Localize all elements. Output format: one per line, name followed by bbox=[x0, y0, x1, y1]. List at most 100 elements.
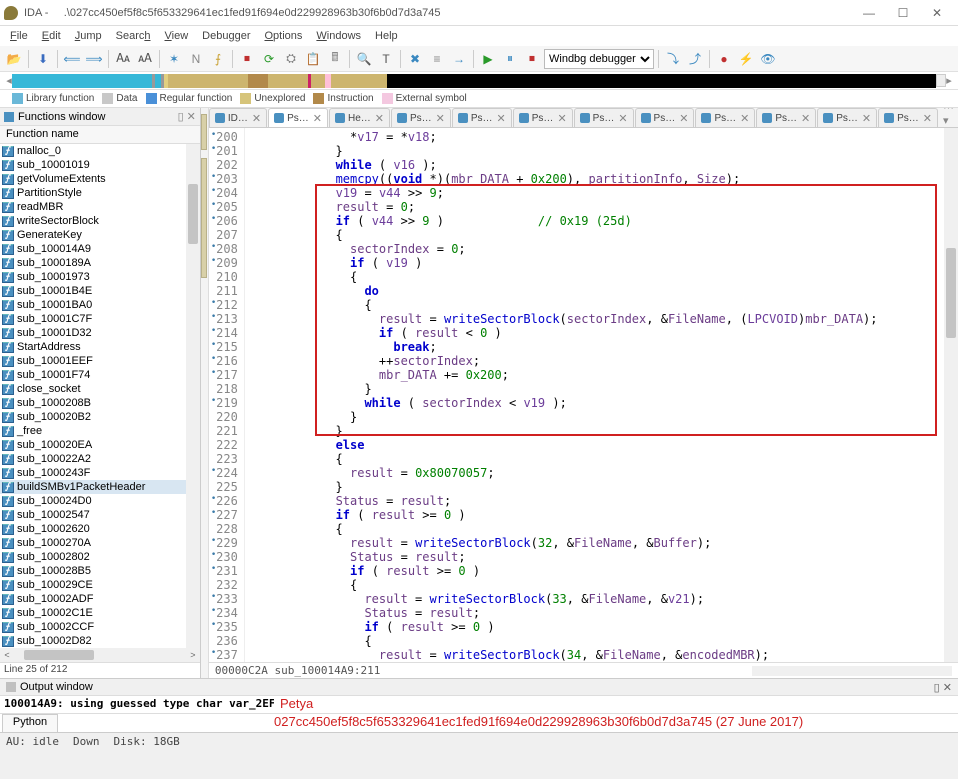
hex-icon[interactable]: ✖ bbox=[405, 49, 425, 69]
search-text-icon[interactable]: 🗛 bbox=[113, 49, 133, 69]
function-row[interactable]: _free bbox=[0, 424, 200, 438]
function-row[interactable]: sub_10002802 bbox=[0, 550, 200, 564]
function-row[interactable]: sub_10002CCF bbox=[0, 620, 200, 634]
tab-close-icon[interactable]: ✕ bbox=[618, 112, 627, 125]
function-row[interactable]: sub_1000270A bbox=[0, 536, 200, 550]
function-row[interactable]: sub_10002D82 bbox=[0, 634, 200, 648]
function-row[interactable]: sub_100029CE bbox=[0, 578, 200, 592]
save-icon[interactable]: ⬇ bbox=[33, 49, 53, 69]
tab-close-icon[interactable]: ✕ bbox=[862, 112, 871, 125]
function-row[interactable]: sub_10001B4E bbox=[0, 284, 200, 298]
asm-icon[interactable]: ≡ bbox=[427, 49, 447, 69]
search-bin-icon[interactable]: 🗚 bbox=[135, 49, 155, 69]
stop2-icon[interactable]: ⏹ bbox=[522, 49, 542, 69]
function-row[interactable]: sub_100020B2 bbox=[0, 410, 200, 424]
function-row[interactable]: sub_10001BA0 bbox=[0, 298, 200, 312]
function-row[interactable]: GenerateKey bbox=[0, 228, 200, 242]
function-row[interactable]: malloc_0 bbox=[0, 144, 200, 158]
tab-close-icon[interactable]: ✕ bbox=[923, 112, 932, 125]
gear-icon[interactable]: ⛭ bbox=[281, 49, 301, 69]
menu-windows[interactable]: Windows bbox=[310, 29, 367, 43]
editor-tab[interactable]: Ps…✕ bbox=[391, 108, 451, 127]
function-row[interactable]: sub_10001019 bbox=[0, 158, 200, 172]
stepover-icon[interactable]: ⤵ bbox=[663, 49, 683, 69]
navigation-band[interactable]: ◂ ▸ bbox=[0, 72, 958, 90]
functions-col-header[interactable]: Function name bbox=[0, 126, 200, 144]
menu-file[interactable]: File bbox=[4, 29, 34, 43]
funcs-icon[interactable]: ⨍ bbox=[208, 49, 228, 69]
function-row[interactable]: sub_10002C1E bbox=[0, 606, 200, 620]
tab-close-icon[interactable]: ✕ bbox=[252, 112, 261, 125]
xrefs-icon[interactable]: ✶ bbox=[164, 49, 184, 69]
output-close-icon[interactable]: ▯ ✕ bbox=[934, 681, 952, 694]
function-row[interactable]: PartitionStyle bbox=[0, 186, 200, 200]
function-row[interactable]: sub_10001C7F bbox=[0, 312, 200, 326]
code-view[interactable]: *v17 = *v18; } while ( v16 ); memcpy((vo… bbox=[245, 128, 944, 662]
editor-tab[interactable]: Ps…✕ bbox=[574, 108, 634, 127]
python-tab[interactable]: Python bbox=[2, 714, 58, 732]
calc-icon[interactable]: 🖩 bbox=[325, 49, 345, 69]
editor-tab[interactable]: Ps…✕ bbox=[756, 108, 816, 127]
output-header[interactable]: Output window ▯ ✕ bbox=[0, 678, 958, 696]
function-row[interactable]: StartAddress bbox=[0, 340, 200, 354]
stop-icon[interactable]: ⏹ bbox=[237, 49, 257, 69]
tab-close-icon[interactable]: ✕ bbox=[313, 112, 322, 125]
editor-tab[interactable]: ID…✕ bbox=[209, 108, 267, 127]
stepout-icon[interactable]: ⤴ bbox=[685, 49, 705, 69]
menu-options[interactable]: Options bbox=[258, 29, 308, 43]
function-row[interactable]: buildSMBv1PacketHeader bbox=[0, 480, 200, 494]
tab-close-icon[interactable]: ✕ bbox=[679, 112, 688, 125]
menu-search[interactable]: Search bbox=[110, 29, 157, 43]
function-row[interactable]: sub_10002ADF bbox=[0, 592, 200, 606]
output-text[interactable]: 100014A9: using guessed type char var_2E… bbox=[0, 696, 274, 713]
function-row[interactable]: sub_10001973 bbox=[0, 270, 200, 284]
open-icon[interactable]: 📂 bbox=[4, 49, 24, 69]
zoom-icon[interactable]: 🔍 bbox=[354, 49, 374, 69]
function-row[interactable]: sub_100014A9 bbox=[0, 242, 200, 256]
editor-tab[interactable]: Ps…✕ bbox=[878, 108, 938, 127]
tab-close-icon[interactable]: ✕ bbox=[497, 112, 506, 125]
names-icon[interactable]: N bbox=[186, 49, 206, 69]
function-row[interactable]: getVolumeExtents bbox=[0, 172, 200, 186]
code-vscroll[interactable] bbox=[944, 128, 958, 662]
function-row[interactable]: sub_100022A2 bbox=[0, 452, 200, 466]
tab-close-icon[interactable]: ✕ bbox=[801, 112, 810, 125]
panel-menu-icon[interactable]: ▯ ✕ bbox=[178, 110, 196, 123]
trace-icon[interactable]: ⚡ bbox=[736, 49, 756, 69]
editor-tab[interactable]: Ps…✕ bbox=[695, 108, 755, 127]
tab-close-icon[interactable]: ✕ bbox=[740, 112, 749, 125]
panel-gutter[interactable] bbox=[201, 108, 209, 678]
watch-icon[interactable]: 👁 bbox=[758, 49, 778, 69]
close-button[interactable]: ✕ bbox=[920, 2, 954, 24]
editor-tab[interactable]: Ps…✕ bbox=[635, 108, 695, 127]
fwd-icon[interactable]: ⟹ bbox=[84, 49, 104, 69]
code-hscroll[interactable] bbox=[752, 666, 952, 676]
function-row[interactable]: readMBR bbox=[0, 200, 200, 214]
maximize-button[interactable]: ☐ bbox=[886, 2, 920, 24]
menu-edit[interactable]: Edit bbox=[36, 29, 67, 43]
functions-panel-header[interactable]: Functions window ▯ ✕ bbox=[0, 108, 200, 126]
tab-close-icon[interactable]: ✕ bbox=[557, 112, 566, 125]
editor-tab[interactable]: Ps…✕ bbox=[817, 108, 877, 127]
minimize-button[interactable]: — bbox=[852, 2, 886, 24]
run-icon[interactable]: ▶ bbox=[478, 49, 498, 69]
text-icon[interactable]: T bbox=[376, 49, 396, 69]
function-row[interactable]: sub_10001F74 bbox=[0, 368, 200, 382]
function-row[interactable]: sub_1000243F bbox=[0, 466, 200, 480]
function-row[interactable]: sub_10002620 bbox=[0, 522, 200, 536]
function-row[interactable]: sub_10002547 bbox=[0, 508, 200, 522]
function-row[interactable]: sub_10001EEF bbox=[0, 354, 200, 368]
function-row[interactable]: writeSectorBlock bbox=[0, 214, 200, 228]
editor-tab[interactable]: Ps…✕ bbox=[452, 108, 512, 127]
tab-close-icon[interactable]: ✕ bbox=[375, 112, 384, 125]
refresh-icon[interactable]: ⟳ bbox=[259, 49, 279, 69]
editor-tab[interactable]: He…✕ bbox=[329, 108, 390, 127]
function-row[interactable]: close_socket bbox=[0, 382, 200, 396]
editor-tab[interactable]: Ps…✕ bbox=[268, 108, 328, 127]
menu-debugger[interactable]: Debugger bbox=[196, 29, 256, 43]
functions-vscroll[interactable] bbox=[186, 144, 200, 648]
editor-tab[interactable]: Ps…✕ bbox=[513, 108, 573, 127]
script-icon[interactable]: 📋 bbox=[303, 49, 323, 69]
function-row[interactable]: sub_100020EA bbox=[0, 438, 200, 452]
function-row[interactable]: sub_1000189A bbox=[0, 256, 200, 270]
